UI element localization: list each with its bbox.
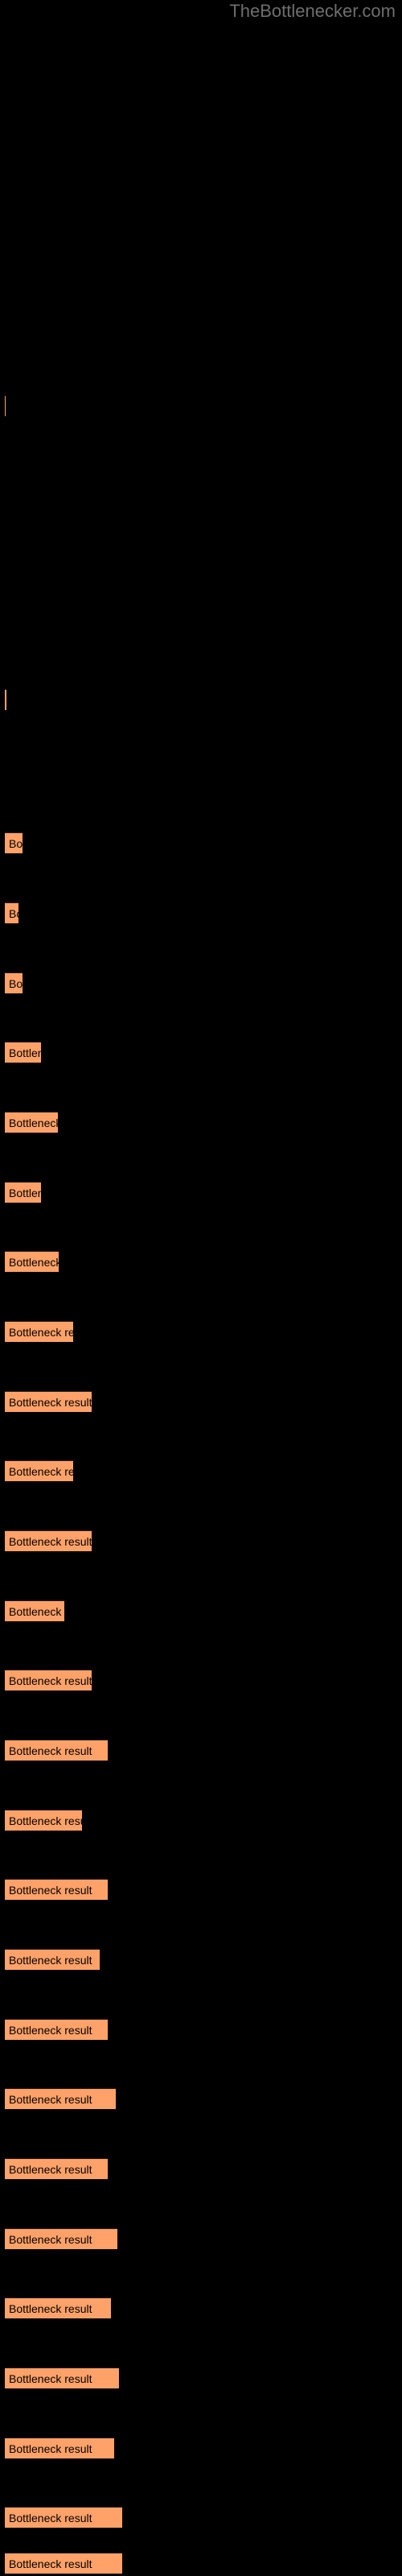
bar-label: Bottleneck result [9, 2442, 92, 2455]
bar[interactable]: Bottleneck result [5, 1042, 41, 1063]
bar[interactable]: Bottleneck result [5, 832, 23, 853]
bar-row: Bottleneck result [0, 688, 402, 711]
bar-label: Bottleneck result [9, 906, 18, 920]
bar[interactable]: Bottleneck result [5, 2553, 122, 2574]
bar-label: Bottleneck result [9, 1744, 92, 1757]
bar-row: Bottleneck result [0, 1600, 402, 1622]
bar-row: Bottleneck result [0, 1739, 402, 1761]
bar-row: Bottleneck result [0, 2087, 402, 2110]
bottleneck-bar-chart: TheBottlenecker.com Bottleneck resultBot… [0, 0, 402, 2576]
bar[interactable]: Bottleneck result [5, 1600, 64, 1621]
bar-row: Bottleneck result [0, 1250, 402, 1273]
bar[interactable]: Bottleneck result [5, 902, 18, 923]
bar-row: Bottleneck result [0, 832, 402, 854]
bar-row: Bottleneck result [0, 2506, 402, 2529]
bar-row: Bottleneck result [0, 2157, 402, 2180]
bar-row: Bottleneck result [0, 1320, 402, 1343]
bar-label: Bottleneck result [9, 2557, 92, 2570]
bar[interactable]: Bottleneck result [5, 1949, 100, 1970]
bar[interactable]: Bottleneck result [5, 1740, 108, 1761]
bar[interactable]: Bottleneck result [5, 1670, 92, 1690]
bar[interactable]: Bottleneck result [5, 1530, 92, 1551]
bar[interactable]: Bottleneck result [5, 2507, 122, 2528]
bar-row: Bottleneck result [0, 1111, 402, 1133]
bar-label: Bottleneck result [9, 976, 23, 990]
bar-row: Bottleneck result [0, 1459, 402, 1482]
bar-label: Bottleneck result [9, 1255, 59, 1269]
bar[interactable]: Bottleneck result [5, 1112, 58, 1133]
bar-label: Bottleneck result [9, 2301, 92, 2315]
bar-label: Bottleneck result [9, 2092, 92, 2106]
bar[interactable]: Bottleneck result [5, 1182, 41, 1203]
bar-label: Bottleneck result [9, 1953, 92, 1967]
bar-label: Bottleneck result [9, 1395, 92, 1409]
bar-label: Bottleneck result [9, 2023, 92, 2037]
bar-label: Bottleneck result [9, 1186, 41, 1199]
bar-label: Bottleneck result [9, 1464, 73, 1478]
bar[interactable]: Bottleneck result [5, 2158, 108, 2179]
bar-row: Bottleneck result [0, 2297, 402, 2319]
bar-label: Bottleneck result [9, 1325, 73, 1339]
bar-row: Bottleneck result [0, 2437, 402, 2459]
bar-row: Bottleneck result [0, 2367, 402, 2389]
bar[interactable]: Bottleneck result [5, 1810, 82, 1831]
bar-label: Bottleneck result [9, 2232, 92, 2246]
bar-row: Bottleneck result [0, 1530, 402, 1552]
bar[interactable]: Bottleneck result [5, 1251, 59, 1272]
bar-label: Bottleneck result [9, 1604, 64, 1618]
bar-row: Bottleneck result [0, 1948, 402, 1971]
bar-row: Bottleneck result [0, 972, 402, 994]
bar[interactable]: Bottleneck result [5, 1321, 73, 1342]
bar-row: Bottleneck result [0, 2227, 402, 2250]
bar-label: Bottleneck result [9, 1046, 41, 1059]
bar-row: Bottleneck result [0, 1181, 402, 1203]
bar-row: Bottleneck result [0, 2552, 402, 2574]
bar[interactable]: Bottleneck result [5, 395, 6, 416]
bar-row: Bottleneck result [0, 902, 402, 924]
bar-label: Bottleneck result [9, 1883, 92, 1897]
bar[interactable]: Bottleneck result [5, 2019, 108, 2040]
bar-row: Bottleneck result [0, 394, 402, 417]
bar-label: Bottleneck result [9, 1674, 92, 1687]
bar-row: Bottleneck result [0, 2018, 402, 2041]
bar-series-layer: Bottleneck result Bottleneck result Bottle… [0, 0, 402, 2576]
bar-label: Bottleneck result [9, 1534, 92, 1548]
bar-row: Bottleneck result [0, 1878, 402, 1901]
bar-label: Bottleneck result [9, 2372, 92, 2385]
bar[interactable]: Bottleneck result [5, 2368, 119, 2388]
bar-label: Bottleneck result [9, 1116, 58, 1129]
bar[interactable]: Bottleneck result [5, 2297, 111, 2318]
bar-label: Bottleneck result [9, 2511, 92, 2524]
bar[interactable]: Bottleneck result [5, 1460, 73, 1481]
bar-label: Bottleneck result [9, 836, 23, 850]
bar[interactable]: Bottleneck result [5, 1391, 92, 1412]
bar[interactable]: Bottleneck result [5, 972, 23, 993]
bar-row: Bottleneck result [0, 1041, 402, 1063]
bar[interactable]: Bottleneck result [5, 2228, 117, 2249]
bar[interactable]: Bottleneck result [5, 689, 6, 710]
bar-row: Bottleneck result [0, 1669, 402, 1691]
bar-label: Bottleneck result [9, 2162, 92, 2176]
bar[interactable]: Bottleneck result [5, 1879, 108, 1900]
bar[interactable]: Bottleneck result [5, 2438, 114, 2458]
bar[interactable]: Bottleneck result [5, 2088, 116, 2109]
bar-row: Bottleneck result [0, 1390, 402, 1413]
bar-label: Bottleneck result [9, 1814, 82, 1827]
bar-row: Bottleneck result [0, 1809, 402, 1831]
